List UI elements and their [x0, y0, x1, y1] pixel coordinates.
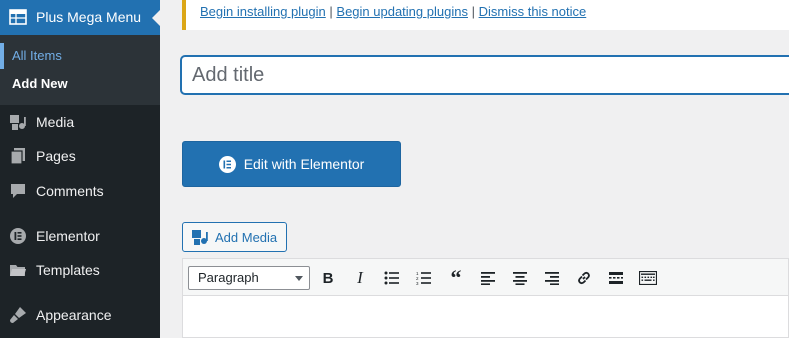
media-icon — [191, 228, 209, 246]
current-menu-arrow — [152, 10, 160, 26]
menu-item-media[interactable]: Media — [0, 106, 160, 140]
bold-icon[interactable]: B — [317, 267, 339, 289]
comment-icon — [8, 181, 28, 201]
menu-label: Elementor — [36, 228, 100, 244]
format-select[interactable]: Paragraph — [188, 266, 310, 290]
menu-label: Plus Mega Menu — [36, 9, 142, 25]
svg-text:3: 3 — [416, 281, 419, 285]
align-right-icon[interactable] — [541, 267, 563, 289]
add-media-button[interactable]: Add Media — [182, 222, 287, 252]
notice-separator: | — [471, 4, 475, 19]
menu-label: Comments — [36, 183, 104, 199]
edit-with-elementor-button[interactable]: Edit with Elementor — [182, 141, 401, 187]
table-icon — [8, 7, 28, 27]
folder-icon — [8, 260, 28, 280]
admin-sidebar: Plus Mega Menu All Items Add New Media P… — [0, 0, 160, 338]
menu-item-comments[interactable]: Comments — [0, 175, 160, 209]
add-media-label: Add Media — [215, 229, 278, 245]
bullet-list-icon[interactable] — [381, 267, 403, 289]
media-icon — [8, 112, 28, 132]
post-title-input[interactable] — [181, 56, 789, 94]
pages-icon — [8, 146, 28, 166]
submenu-current-indicator — [0, 43, 4, 69]
menu-item-plus-mega-menu[interactable]: Plus Mega Menu — [0, 0, 160, 35]
menu-label: Templates — [36, 262, 100, 278]
menu-item-appearance[interactable]: Appearance — [0, 299, 160, 333]
begin-updating-plugins-link[interactable]: Begin updating plugins — [336, 4, 468, 19]
menu-item-templates[interactable]: Templates — [0, 254, 160, 288]
chevron-down-icon — [295, 276, 303, 281]
align-left-icon[interactable] — [477, 267, 499, 289]
dismiss-notice-link[interactable]: Dismiss this notice — [479, 4, 587, 19]
italic-icon[interactable]: I — [349, 267, 371, 289]
begin-installing-plugin-link[interactable]: Begin installing plugin — [200, 4, 326, 19]
read-more-icon[interactable] — [605, 267, 627, 289]
submenu-item-add-new[interactable]: Add New — [12, 76, 68, 91]
editor-toolbar: Paragraph B I 123 “ — [182, 258, 789, 296]
submenu-item-all-items[interactable]: All Items — [12, 48, 62, 63]
blockquote-icon[interactable]: “ — [445, 265, 467, 290]
notice-links: Begin installing plugin | Begin updating… — [200, 4, 586, 19]
submenu: All Items Add New — [0, 35, 160, 105]
elementor-icon — [8, 226, 28, 246]
menu-label: Appearance — [36, 307, 112, 323]
brush-icon — [8, 305, 28, 325]
elementor-logo-icon — [218, 155, 236, 173]
menu-item-pages[interactable]: Pages — [0, 140, 160, 174]
menu-label: Media — [36, 114, 75, 130]
edit-with-elementor-label: Edit with Elementor — [243, 156, 365, 172]
format-select-value: Paragraph — [198, 270, 259, 285]
toolbar-toggle-icon[interactable] — [637, 267, 659, 289]
numbered-list-icon[interactable]: 123 — [413, 267, 435, 289]
align-center-icon[interactable] — [509, 267, 531, 289]
editor-content-area[interactable] — [182, 296, 789, 338]
menu-label: Pages — [36, 148, 76, 164]
link-icon[interactable] — [573, 267, 595, 289]
plugin-notice: Begin installing plugin | Begin updating… — [182, 0, 789, 30]
notice-separator: | — [329, 4, 333, 19]
menu-item-elementor[interactable]: Elementor — [0, 220, 160, 254]
